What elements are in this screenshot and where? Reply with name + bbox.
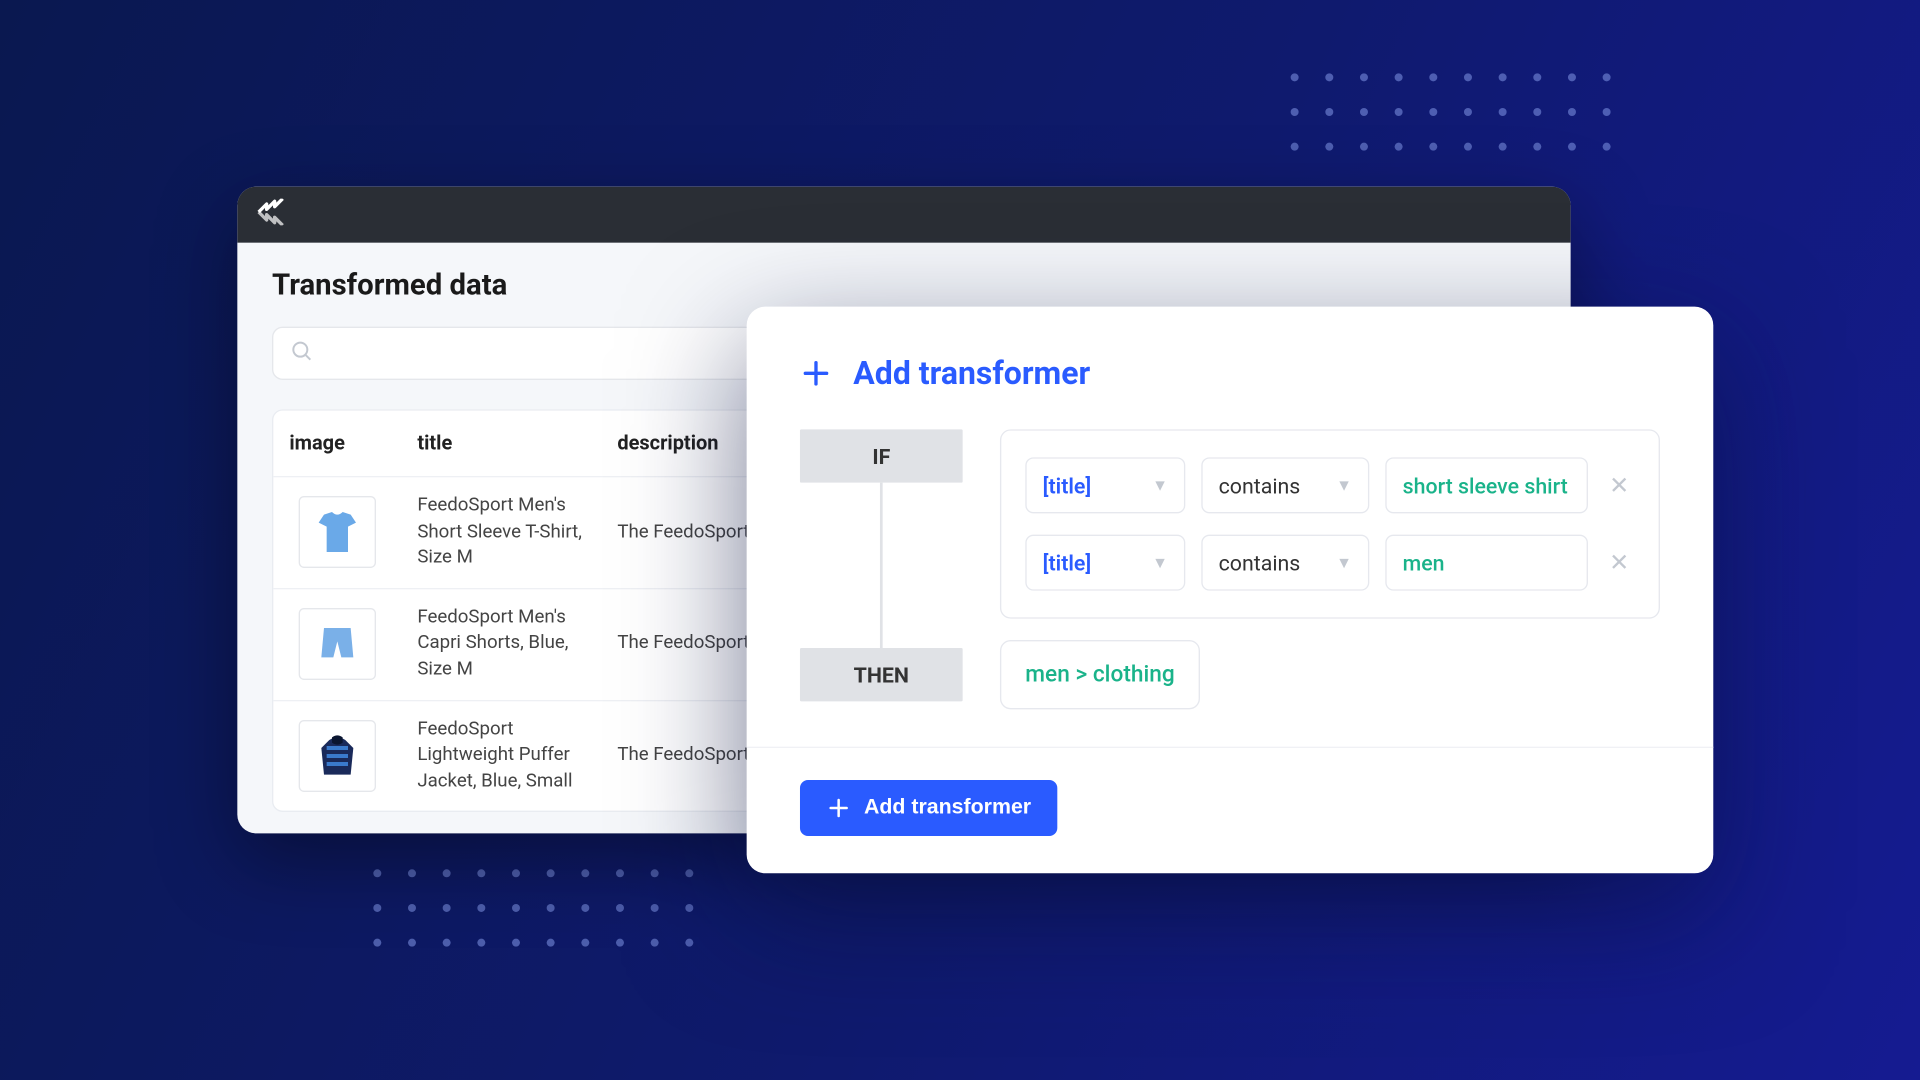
transformer-panel: Add transformer IF THEN [title] ▼ contai… (747, 307, 1714, 874)
then-pill: THEN (800, 648, 963, 701)
field-label: [title] (1043, 473, 1092, 498)
app-logo-icon (256, 199, 291, 231)
operator-select[interactable]: contains ▼ (1201, 535, 1369, 591)
cell-title: FeedoSport Men's Short Sleeve T-Shirt, S… (401, 477, 601, 587)
panel-heading: Add transformer (800, 355, 1660, 392)
decorative-dots-bottom (373, 869, 693, 946)
window-titlebar (237, 187, 1570, 243)
remove-condition-button[interactable]: ✕ (1604, 471, 1635, 499)
field-label: [title] (1043, 550, 1092, 575)
condition-row: [title] ▼ contains ▼ men ✕ (1025, 535, 1634, 591)
value-text: short sleeve shirt (1403, 473, 1568, 498)
panel-heading-label: Add transformer (853, 355, 1090, 392)
product-image-jacket (299, 720, 376, 792)
operator-label: contains (1219, 550, 1301, 575)
col-image: image (273, 411, 401, 476)
add-transformer-button[interactable]: Add transformer (800, 780, 1058, 836)
col-title: title (401, 411, 601, 476)
if-pill: IF (800, 429, 963, 482)
conditions-box: [title] ▼ contains ▼ short sleeve shirt … (1000, 429, 1660, 618)
plus-icon (827, 796, 851, 820)
product-image-shorts (299, 608, 376, 680)
field-select[interactable]: [title] ▼ (1025, 457, 1185, 513)
flow-connector (880, 483, 883, 648)
chevron-down-icon: ▼ (1152, 476, 1168, 495)
value-input[interactable]: men (1385, 535, 1588, 591)
operator-select[interactable]: contains ▼ (1201, 457, 1369, 513)
chevron-down-icon: ▼ (1336, 553, 1352, 572)
chevron-down-icon: ▼ (1152, 553, 1168, 572)
decorative-dots-top (1291, 73, 1611, 150)
plus-icon (800, 357, 832, 389)
product-image-tshirt (299, 497, 376, 569)
then-value-input[interactable]: men > clothing (1000, 640, 1200, 709)
cell-title: FeedoSport Men's Capri Shorts, Blue, Siz… (401, 589, 601, 699)
remove-condition-button[interactable]: ✕ (1604, 549, 1635, 577)
operator-label: contains (1219, 473, 1301, 498)
value-input[interactable]: short sleeve shirt (1385, 457, 1588, 513)
chevron-down-icon: ▼ (1336, 476, 1352, 495)
condition-row: [title] ▼ contains ▼ short sleeve shirt … (1025, 457, 1634, 513)
then-value-text: men > clothing (1025, 661, 1174, 688)
field-select[interactable]: [title] ▼ (1025, 535, 1185, 591)
value-text: men (1403, 550, 1445, 575)
page-title: Transformed data (272, 269, 1536, 302)
add-transformer-label: Add transformer (864, 796, 1031, 820)
cell-title: FeedoSport Lightweight Puffer Jacket, Bl… (401, 701, 601, 811)
search-icon (289, 339, 313, 368)
